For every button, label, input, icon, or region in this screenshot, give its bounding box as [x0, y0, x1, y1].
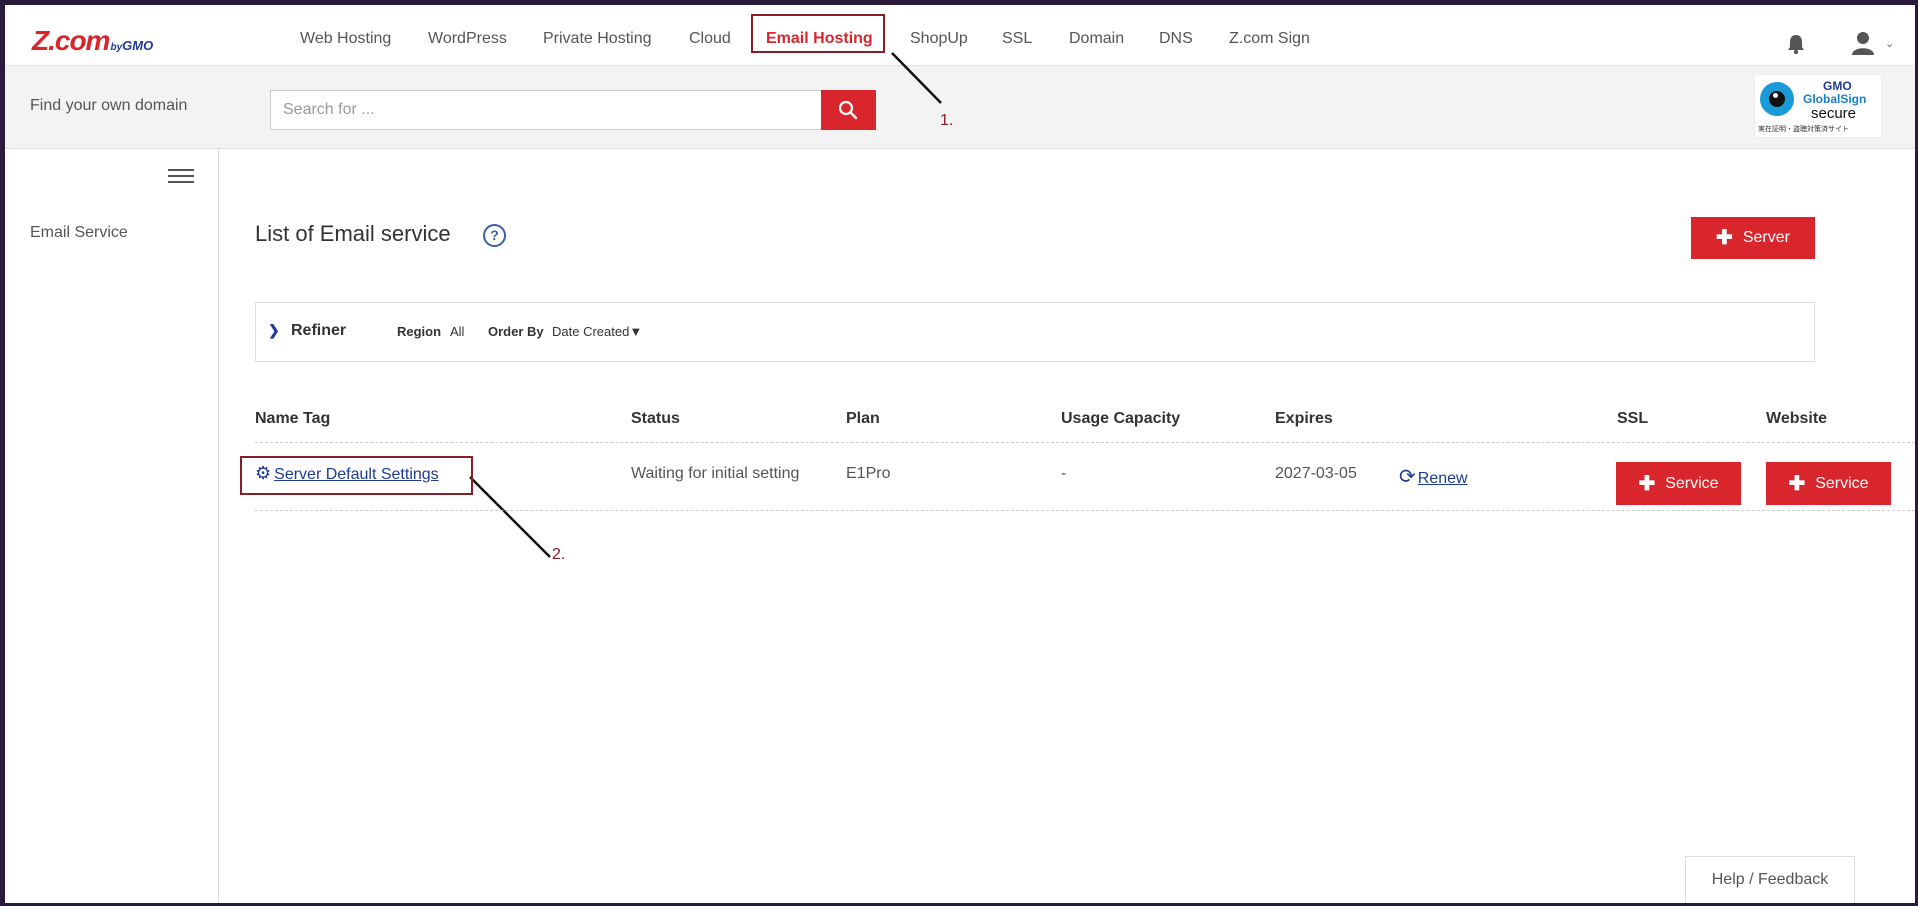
- nav-cloud[interactable]: Cloud: [689, 30, 731, 48]
- region-value: All: [450, 324, 465, 339]
- logo-text: Z.com: [32, 25, 110, 56]
- badge-secure: secure: [1811, 105, 1857, 122]
- badge-caption: 実在証明・盗聴対策済サイト: [1758, 126, 1849, 133]
- refiner-panel[interactable]: ❯ Refiner Region All Order By Date Creat…: [255, 302, 1815, 362]
- region-label: Region: [397, 324, 442, 339]
- logo-gmo: GMO: [122, 38, 154, 53]
- row-status: Waiting for initial setting: [631, 465, 800, 482]
- help-feedback-button[interactable]: Help / Feedback: [1685, 856, 1855, 903]
- refiner-label[interactable]: Refiner: [291, 322, 346, 340]
- domain-search-bar: Find your own domain GMO GlobalSign secu…: [5, 66, 1915, 149]
- user-icon[interactable]: [1851, 31, 1875, 55]
- plus-icon: ✚: [1788, 472, 1806, 495]
- renew-icon: ⟳: [1399, 466, 1416, 488]
- row-usage: -: [1061, 465, 1067, 482]
- renew-text: Renew: [1417, 470, 1468, 487]
- logo-by: by: [110, 42, 123, 53]
- badge-globalsign: GlobalSign: [1803, 92, 1867, 106]
- annotation-step-1: 1.: [940, 112, 954, 129]
- column-header-status: Status: [631, 410, 680, 427]
- nav-wordpress[interactable]: WordPress: [428, 30, 507, 48]
- plus-icon: ✚: [1716, 227, 1733, 249]
- website-service-button[interactable]: ✚ Service: [1766, 462, 1891, 505]
- globalsign-secure-badge[interactable]: GMO GlobalSign secure 実在証明・盗聴対策済サイト: [1754, 74, 1882, 138]
- chevron-down-icon[interactable]: ⌄: [1885, 37, 1894, 50]
- annotation-highlight-box-1: [751, 14, 885, 53]
- annotation-step-2: 2.: [552, 546, 566, 563]
- nav-domain[interactable]: Domain: [1069, 30, 1124, 48]
- ssl-service-button[interactable]: ✚ Service: [1616, 462, 1741, 505]
- ssl-service-label: Service: [1665, 474, 1719, 492]
- nav-private-hosting[interactable]: Private Hosting: [543, 30, 652, 48]
- column-header-name-tag: Name Tag: [255, 410, 331, 427]
- row-expires: 2027-03-05: [1275, 465, 1357, 482]
- nav-web-hosting[interactable]: Web Hosting: [300, 30, 391, 48]
- nav-zcom-sign[interactable]: Z.com Sign: [1229, 30, 1310, 48]
- search-button[interactable]: [821, 90, 876, 130]
- chevron-right-icon[interactable]: ❯: [268, 322, 280, 339]
- sidebar: Email Service: [5, 149, 219, 903]
- sidebar-item-email-service[interactable]: Email Service: [30, 224, 128, 242]
- help-icon[interactable]: ?: [483, 224, 506, 247]
- plus-icon: ✚: [1638, 472, 1656, 495]
- column-header-plan: Plan: [846, 410, 880, 427]
- browser-viewport: Z.combyGMO Web Hosting WordPress Private…: [5, 5, 1915, 903]
- nav-dns[interactable]: DNS: [1159, 30, 1193, 48]
- row-plan: E1Pro: [846, 465, 891, 482]
- bell-icon[interactable]: [1786, 33, 1806, 55]
- globalsign-eye-icon: [1760, 82, 1794, 116]
- search-input[interactable]: [270, 90, 822, 130]
- renew-link[interactable]: ⟳ Renew: [1399, 464, 1468, 489]
- add-server-button[interactable]: ✚ Server: [1691, 217, 1815, 259]
- add-server-label: Server: [1742, 229, 1790, 246]
- top-navigation: Z.combyGMO Web Hosting WordPress Private…: [5, 5, 1915, 66]
- page-title: List of Email service: [255, 221, 451, 246]
- column-header-ssl: SSL: [1617, 410, 1649, 427]
- order-by-label: Order By: [488, 324, 544, 339]
- column-header-usage-capacity: Usage Capacity: [1061, 410, 1181, 427]
- website-service-label: Service: [1815, 474, 1869, 492]
- nav-ssl[interactable]: SSL: [1002, 30, 1032, 48]
- search-icon: [838, 100, 858, 120]
- find-domain-label: Find your own domain: [30, 97, 188, 114]
- hamburger-menu-icon[interactable]: [168, 169, 194, 189]
- badge-gmo: GMO: [1823, 79, 1852, 93]
- column-header-website: Website: [1766, 410, 1828, 427]
- column-header-expires: Expires: [1275, 410, 1333, 427]
- table-divider: [255, 442, 1915, 443]
- table-divider: [255, 510, 1915, 511]
- nav-shopup[interactable]: ShopUp: [910, 30, 968, 48]
- annotation-highlight-box-2: [240, 456, 473, 495]
- zcom-logo[interactable]: Z.combyGMO: [32, 25, 154, 56]
- order-by-value: Date Created▼: [552, 324, 643, 339]
